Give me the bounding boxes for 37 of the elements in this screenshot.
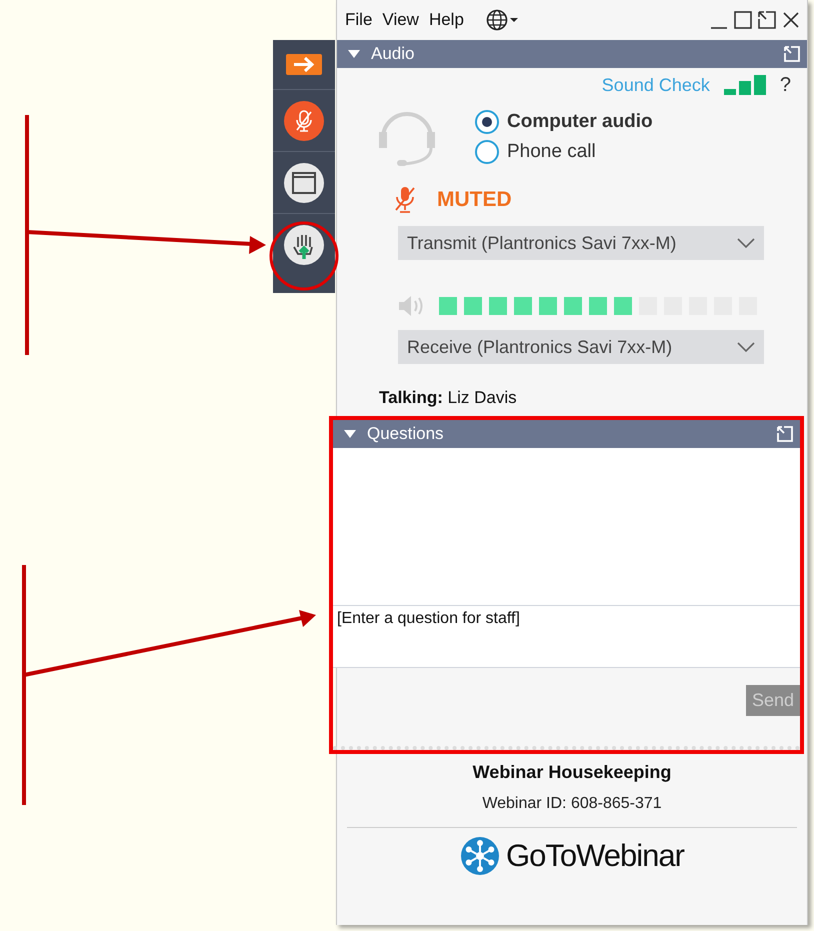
mic-muted-icon bbox=[395, 186, 415, 214]
mic-muted-icon[interactable] bbox=[284, 100, 324, 140]
microphone-dropdown[interactable]: Transmit (Plantronics Savi 7xx-M) bbox=[398, 226, 764, 260]
option-label: Computer audio bbox=[507, 111, 653, 133]
option-label: Phone call bbox=[507, 141, 596, 163]
language-icon[interactable] bbox=[486, 9, 520, 31]
webinar-id: Webinar ID: 608-865-371 bbox=[482, 795, 662, 813]
section-header[interactable]: Questions bbox=[333, 420, 800, 448]
collapse-icon[interactable] bbox=[343, 429, 357, 439]
signal-bars-icon bbox=[724, 75, 766, 95]
close-icon[interactable] bbox=[781, 10, 801, 30]
radio-button[interactable] bbox=[475, 140, 499, 164]
chevron-down-icon bbox=[736, 237, 756, 249]
speaker-icon bbox=[397, 294, 425, 318]
menu-item[interactable]: Help bbox=[428, 10, 464, 30]
chevron-down-icon bbox=[736, 341, 756, 353]
snowflake-logo-icon bbox=[460, 836, 500, 876]
popout-icon[interactable] bbox=[757, 10, 777, 30]
speaker-dropdown[interactable]: Receive (Plantronics Savi 7xx-M) bbox=[398, 330, 764, 364]
menu-item[interactable]: View bbox=[382, 10, 419, 30]
collapse-icon[interactable] bbox=[347, 49, 361, 59]
menu-item[interactable]: File bbox=[345, 10, 372, 30]
help-button[interactable]: ? bbox=[780, 74, 791, 96]
question-input[interactable]: [Enter a question for staff] bbox=[333, 605, 800, 668]
raise-hand-icon[interactable] bbox=[284, 225, 324, 265]
webinar-title: Webinar Housekeeping bbox=[472, 762, 672, 783]
highlight-circle bbox=[270, 222, 338, 290]
mute-status: MUTED bbox=[437, 188, 512, 212]
section-title: Questions bbox=[367, 424, 444, 444]
section-header[interactable]: Audio bbox=[337, 40, 807, 68]
section-title: Audio bbox=[371, 44, 414, 64]
arrow-icon[interactable] bbox=[286, 54, 322, 75]
radio-button[interactable] bbox=[475, 110, 499, 134]
window-icon[interactable] bbox=[284, 162, 324, 202]
logo-text: GoToWebinar bbox=[506, 838, 684, 874]
talking-status: Talking: Liz Davis bbox=[379, 388, 518, 408]
maximize-icon[interactable] bbox=[733, 10, 753, 30]
